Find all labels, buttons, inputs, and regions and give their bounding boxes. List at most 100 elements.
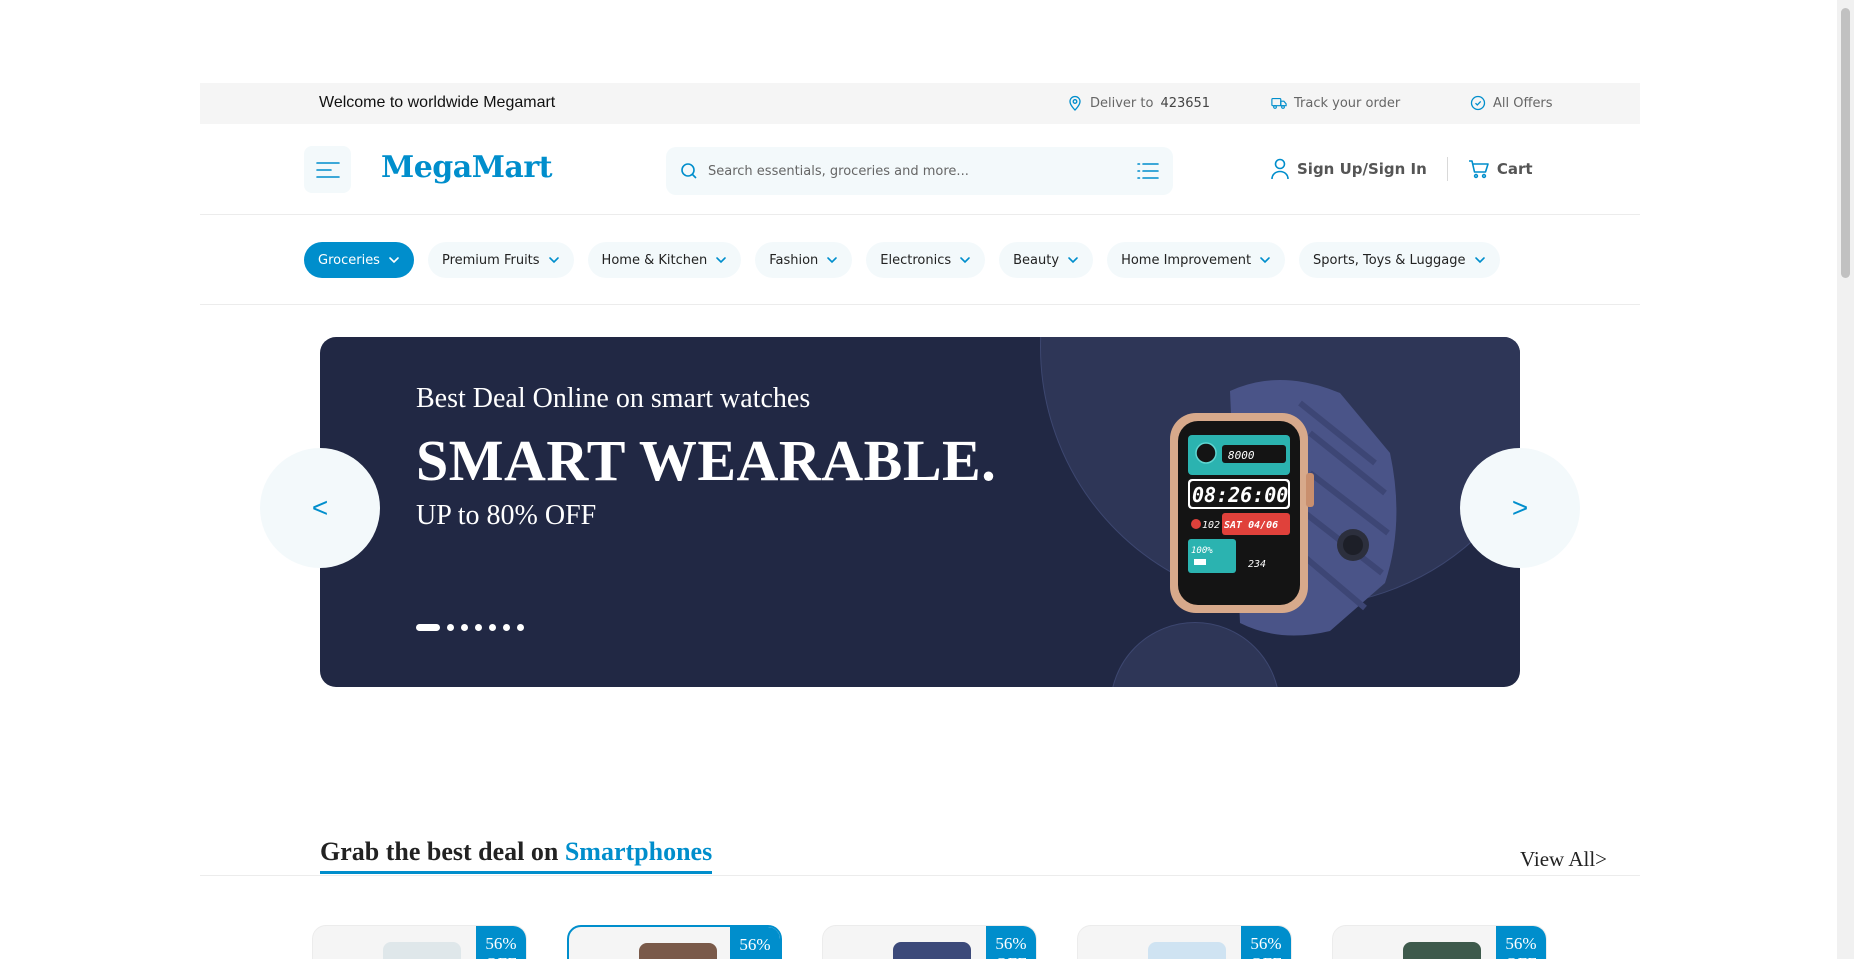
search-icon <box>681 163 697 179</box>
discount-badge-icon <box>1470 95 1486 111</box>
watch-heart: 102 <box>1202 520 1220 531</box>
carousel-dot[interactable] <box>503 624 510 631</box>
category-tab[interactable]: Groceries <box>304 242 414 278</box>
carousel-dot[interactable] <box>447 624 454 631</box>
product-card[interactable]: 56% OFF <box>1077 925 1292 959</box>
smartphone-image <box>1403 942 1481 959</box>
category-tab[interactable]: Home Improvement <box>1107 242 1286 278</box>
page-scrollbar[interactable] <box>1837 0 1854 959</box>
smartphone-image <box>1148 942 1226 959</box>
hero-banner[interactable]: Best Deal Online on smart watches SMART … <box>320 337 1520 687</box>
deliver-code: 423651 <box>1160 95 1211 111</box>
sign-in-button[interactable]: Sign Up/Sign In <box>1270 158 1427 180</box>
hamburger-menu-button[interactable] <box>304 146 351 193</box>
top-bar: Welcome to worldwide Megamart Deliver to… <box>200 83 1640 124</box>
cart-icon <box>1468 160 1489 179</box>
hero-offer: UP to 80% OFF <box>416 500 597 531</box>
chevron-down-icon <box>1474 257 1485 264</box>
category-tab[interactable]: Premium Fruits <box>427 242 574 278</box>
main-header: MegaMart Search essentials, groceries an… <box>200 124 1640 215</box>
discount-badge: 56% OFF <box>730 927 780 959</box>
category-tab[interactable]: Home & Kitchen <box>587 242 742 278</box>
hero-subtitle: Best Deal Online on smart watches <box>416 383 811 414</box>
carousel-dot[interactable] <box>489 624 496 631</box>
scrollbar-thumb[interactable] <box>1841 8 1850 278</box>
smartwatch-image: 8000 08:26:00 102 SAT 04/06 100% 234 <box>1170 379 1397 636</box>
chevron-down-icon <box>389 257 399 264</box>
carousel-dot[interactable] <box>475 624 482 631</box>
product-card[interactable]: 56% OFF <box>312 925 527 959</box>
smartphone-image <box>383 942 461 959</box>
view-all-link[interactable]: View All> <box>1520 847 1607 872</box>
category-tab[interactable]: Electronics <box>866 242 986 278</box>
carousel-indicators <box>416 624 524 631</box>
category-tab[interactable]: Sports, Toys & Luggage <box>1299 242 1500 278</box>
product-card[interactable]: 56% OFF <box>567 925 782 959</box>
discount-badge: 56% OFF <box>986 926 1036 959</box>
category-label: Premium Fruits <box>441 252 540 268</box>
category-label: Fashion <box>769 252 819 268</box>
discount-badge: 56% OFF <box>1241 926 1291 959</box>
section-title: Grab the best deal on Smartphones <box>320 837 713 874</box>
site-logo[interactable]: MegaMart <box>381 150 553 185</box>
truck-icon <box>1271 97 1287 109</box>
product-card[interactable]: 56% OFF <box>1332 925 1547 959</box>
smartphone-deals-section: Grab the best deal on Smartphones View A… <box>200 831 1640 959</box>
deliver-to[interactable]: Deliver to 423651 <box>1067 95 1210 111</box>
watch-time: 08:26:00 <box>1192 483 1288 507</box>
category-tab[interactable]: Fashion <box>755 242 853 278</box>
user-icon <box>1271 158 1289 180</box>
category-label: Beauty <box>1013 252 1060 268</box>
section-title-highlight: Smartphones <box>564 837 713 866</box>
all-offers-label: All Offers <box>1493 95 1553 111</box>
user-area: Sign Up/Sign In Cart <box>1270 157 1533 181</box>
carousel-next-button[interactable]: > <box>1460 448 1580 568</box>
discount-badge: 56% OFF <box>1496 926 1546 959</box>
hero-carousel: Best Deal Online on smart watches SMART … <box>200 305 1640 725</box>
carousel-dot[interactable] <box>461 624 468 631</box>
carousel-dot[interactable] <box>416 624 440 631</box>
section-header: Grab the best deal on Smartphones View A… <box>200 831 1640 876</box>
watch-date: SAT 04/06 <box>1224 520 1278 531</box>
welcome-text: Welcome to worldwide Megamart <box>319 94 556 111</box>
watch-steps: 8000 <box>1228 449 1255 462</box>
search-input[interactable]: Search essentials, groceries and more... <box>708 164 1137 179</box>
cart-label: Cart <box>1496 160 1533 178</box>
hamburger-icon <box>315 161 340 178</box>
category-label: Groceries <box>318 252 380 268</box>
track-order-label: Track your order <box>1294 95 1401 111</box>
category-label: Sports, Toys & Luggage <box>1313 252 1466 268</box>
cart-button[interactable]: Cart <box>1468 159 1533 179</box>
chevron-down-icon <box>548 257 559 264</box>
chevron-down-icon <box>960 257 970 264</box>
category-tab[interactable]: Beauty <box>999 242 1094 278</box>
deliver-label: Deliver to <box>1090 95 1154 111</box>
smartphone-image <box>639 943 717 959</box>
smartphone-image <box>893 942 971 959</box>
chevron-down-icon <box>827 257 838 264</box>
location-pin-icon <box>1069 95 1081 111</box>
category-list: Groceries Premium Fruits Home & Kitchen Fas… <box>304 242 1500 278</box>
carousel-prev-button[interactable]: < <box>260 448 380 568</box>
section-title-prefix: Grab the best deal on <box>320 837 559 866</box>
chevron-down-icon <box>1260 257 1270 264</box>
category-label: Electronics <box>880 252 952 268</box>
chevron-down-icon <box>716 257 727 264</box>
page-frame: Welcome to worldwide Megamart Deliver to… <box>200 83 1640 725</box>
search-bar[interactable]: Search essentials, groceries and more... <box>666 147 1173 195</box>
carousel-dot[interactable] <box>517 624 524 631</box>
category-nav: Groceries Premium Fruits Home & Kitchen Fas… <box>200 215 1640 305</box>
header-divider <box>1446 157 1448 181</box>
track-order-link[interactable]: Track your order <box>1271 95 1400 111</box>
product-card-list: 56% OFF 56% OFF 56% OFF 56% OFF 56% OFF <box>312 925 1547 959</box>
sign-in-label: Sign Up/Sign In <box>1297 160 1427 178</box>
watch-calories: 234 <box>1248 559 1266 570</box>
discount-badge: 56% OFF <box>476 926 526 959</box>
product-card[interactable]: 56% OFF <box>822 925 1037 959</box>
category-label: Home & Kitchen <box>601 252 708 268</box>
hero-title: SMART WEARABLE. <box>416 428 997 493</box>
all-offers-link[interactable]: All Offers <box>1470 95 1553 111</box>
watch-battery: 100% <box>1191 546 1213 556</box>
list-filter-icon[interactable] <box>1137 162 1159 180</box>
chevron-down-icon <box>1068 257 1078 264</box>
